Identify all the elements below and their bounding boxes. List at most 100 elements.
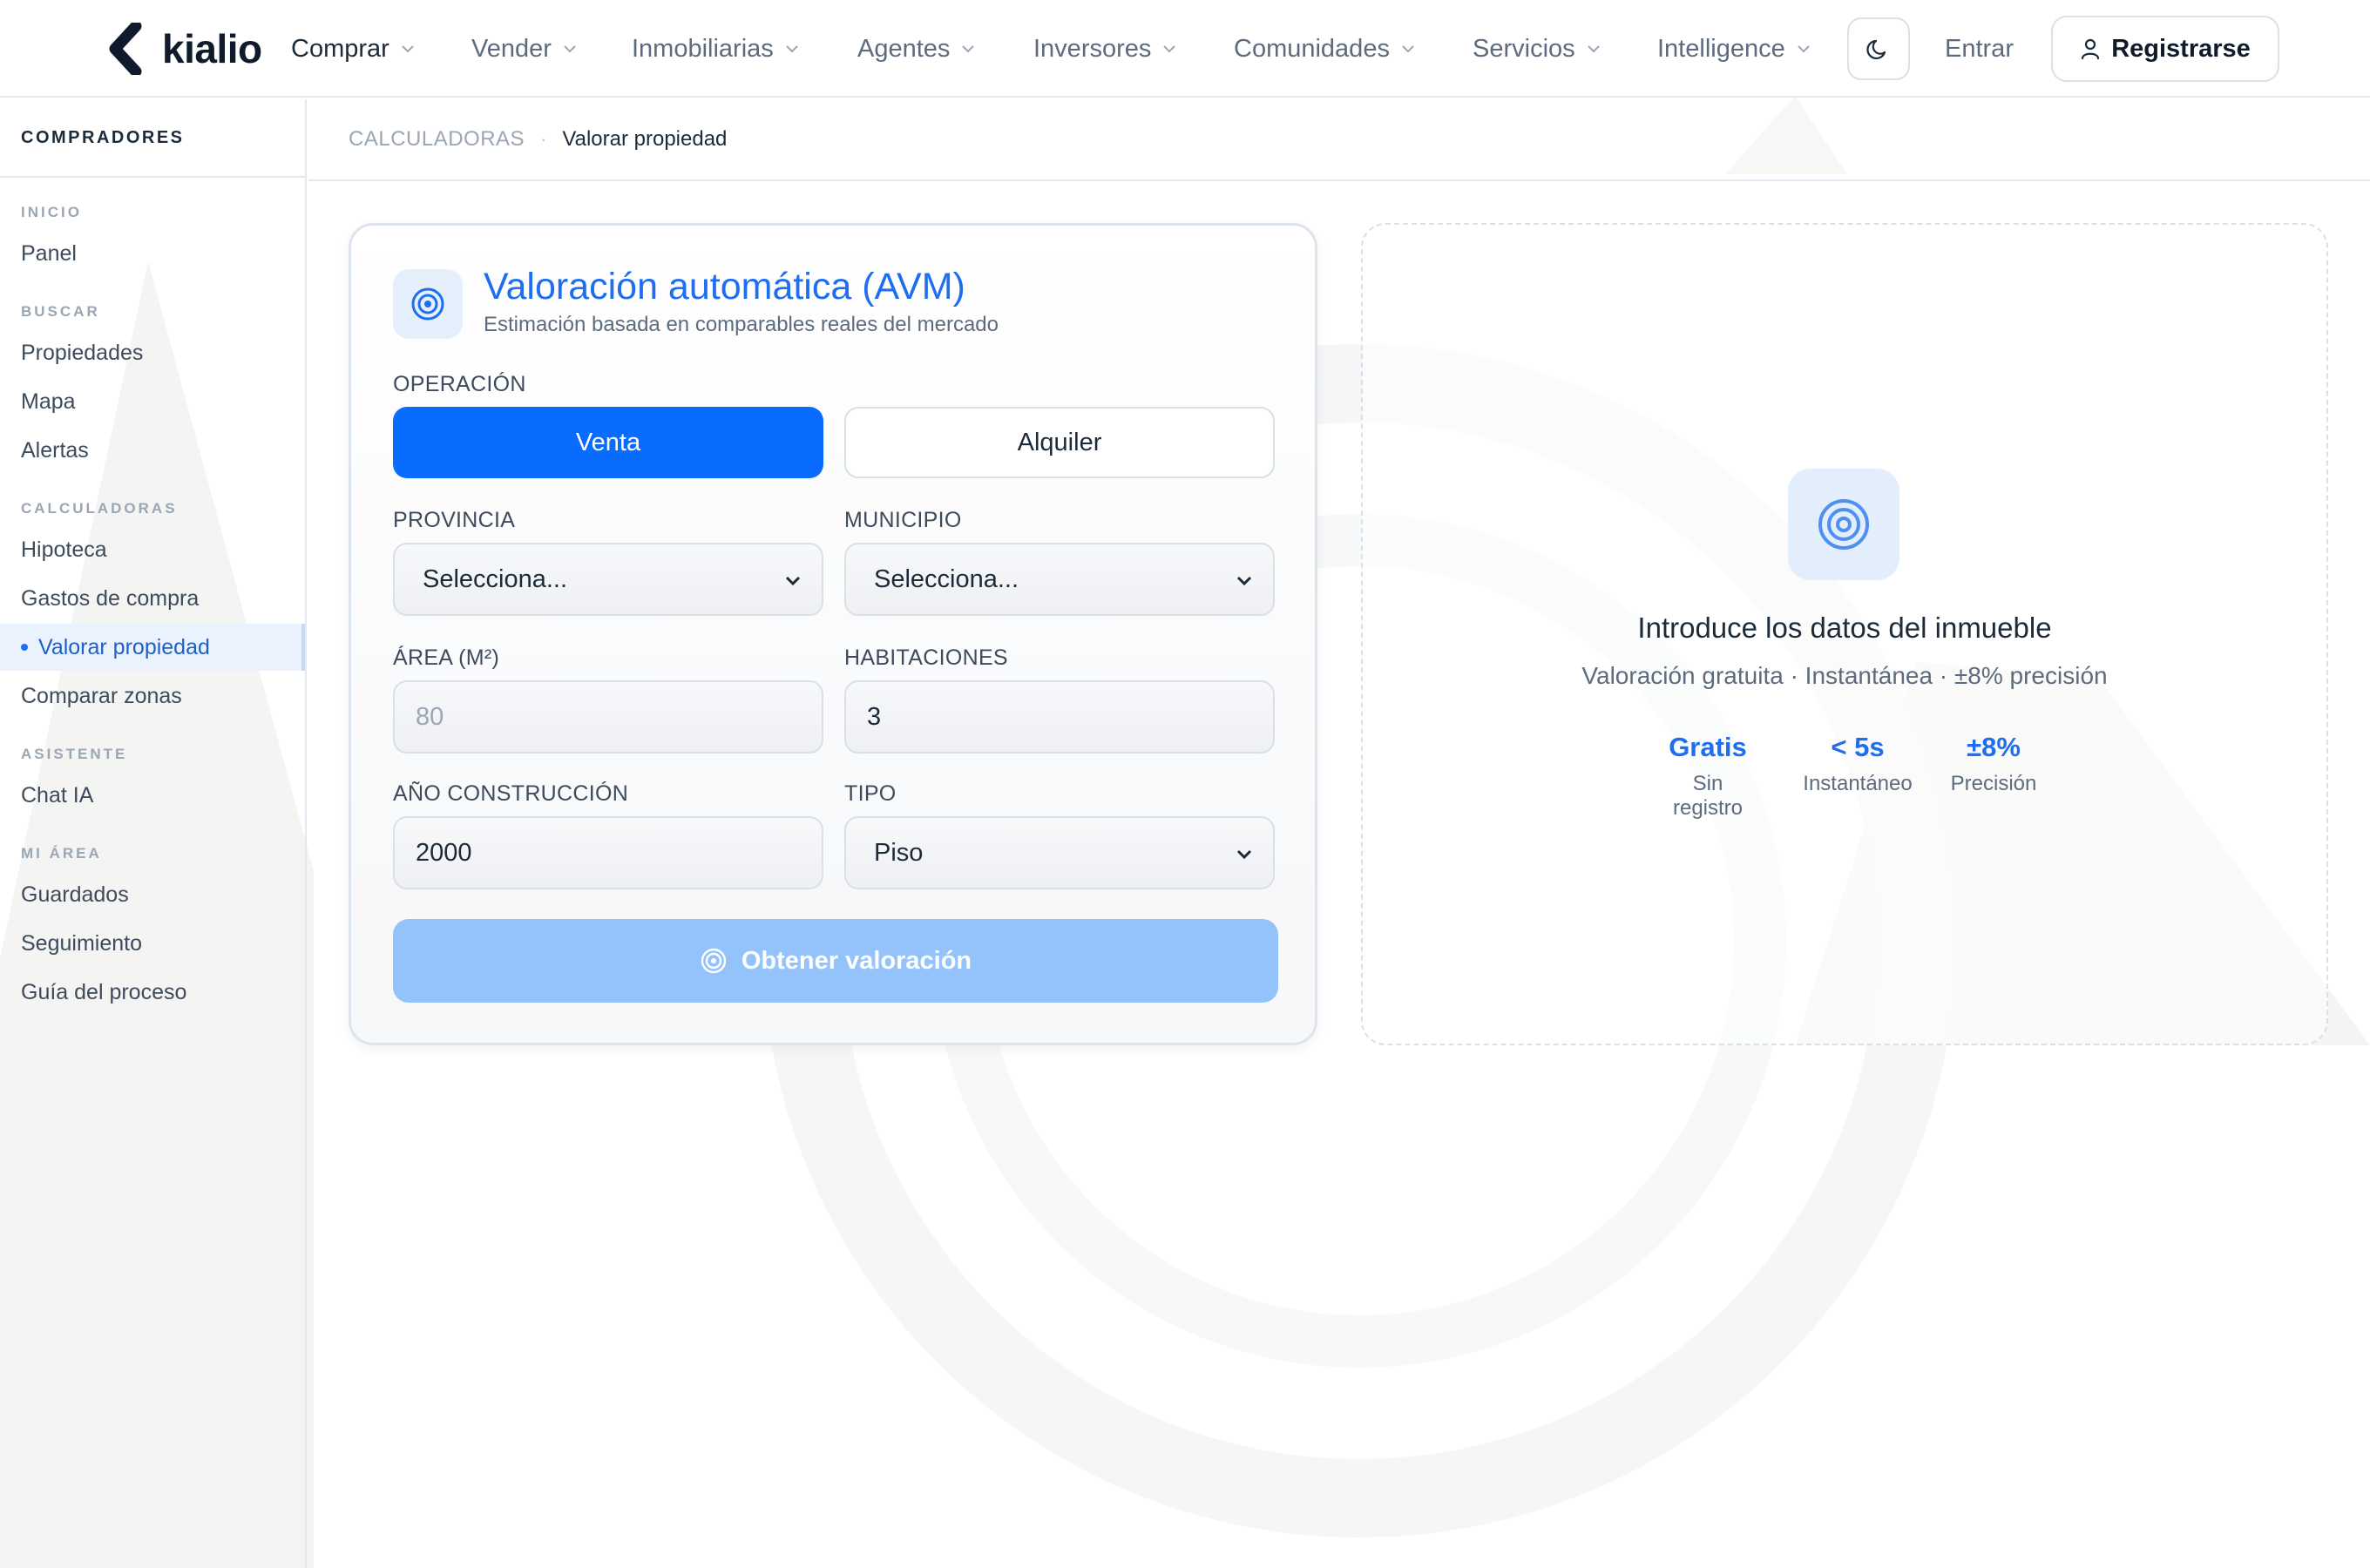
province-label: PROVINCIA: [393, 508, 516, 532]
sidebar-item-propiedades[interactable]: Propiedades: [0, 329, 305, 376]
type-label: TIPO: [844, 781, 897, 806]
brand-logo[interactable]: kialio: [108, 23, 262, 75]
sidebar-item-chat-ia[interactable]: Chat IA: [0, 772, 305, 819]
sidebar-item-label: Alertas: [21, 437, 89, 463]
sidebar-section-inicio: INICIO: [21, 204, 82, 220]
operation-venta-button[interactable]: Venta: [393, 407, 823, 478]
moon-icon: [1866, 39, 1886, 60]
area-label: ÁREA (M²): [393, 645, 500, 670]
login-link[interactable]: Entrar: [1945, 30, 2014, 68]
province-select[interactable]: Selecciona...: [393, 543, 823, 616]
stat-label: Sin registro: [1672, 772, 1744, 820]
target-icon: [1818, 499, 1869, 550]
submit-label: Obtener valoración: [741, 946, 972, 975]
chevron-down-icon: [1236, 576, 1252, 586]
nav-comprar[interactable]: Comprar: [291, 30, 416, 68]
stat-value: < 5s: [1831, 732, 1885, 762]
type-select[interactable]: Piso: [844, 816, 1275, 889]
sidebar-item-gastos-de-compra[interactable]: Gastos de compra: [0, 575, 305, 622]
result-placeholder-card: Introduce los datos del inmueble Valorac…: [1361, 223, 2328, 1045]
sidebar-section-mi-area: MI ÁREA: [21, 845, 102, 862]
sidebar-item-valorar-propiedad[interactable]: Valorar propiedad: [0, 624, 305, 671]
nav-comunidades[interactable]: Comunidades: [1234, 30, 1416, 68]
chevron-down-icon: [402, 45, 414, 53]
municipality-select-value: Selecciona...: [874, 564, 1019, 593]
municipality-select[interactable]: Selecciona...: [844, 543, 1275, 616]
rooms-label: HABITACIONES: [844, 645, 1008, 670]
sidebar-item-hipoteca[interactable]: Hipoteca: [0, 526, 305, 573]
nav-vender[interactable]: Vender: [471, 30, 578, 68]
year-label: AÑO CONSTRUCCIÓN: [393, 781, 629, 806]
nav-inversores[interactable]: Inversores: [1033, 30, 1177, 68]
stat-label: Instantáneo: [1803, 772, 1913, 795]
rooms-input[interactable]: 3: [844, 680, 1275, 754]
year-input[interactable]: 2000: [393, 816, 823, 889]
nav-servicios[interactable]: Servicios: [1473, 30, 1601, 68]
stat-value: Gratis: [1669, 732, 1747, 762]
active-dot: [21, 644, 28, 651]
sidebar-item-seguimiento[interactable]: Seguimiento: [0, 920, 305, 967]
stat-value: ±8%: [1967, 732, 2021, 762]
theme-toggle-button[interactable]: [1847, 17, 1910, 80]
kialio-logo-icon: [109, 23, 142, 75]
stat-precision: ±8% Precisión: [1941, 732, 2046, 796]
sidebar-item-label: Gastos de compra: [21, 585, 200, 611]
sidebar-item-label: Guía del proceso: [21, 979, 187, 1004]
sidebar-item-mapa[interactable]: Mapa: [0, 378, 305, 425]
sidebar: COMPRADORES INICIO Panel BUSCAR Propieda…: [0, 99, 307, 1568]
target-icon-badge: [393, 269, 463, 339]
sidebar-section-asistente: ASISTENTE: [21, 746, 128, 762]
valuation-form-card: Valoración automática (AVM) Estimación b…: [349, 223, 1317, 1045]
signup-button[interactable]: Registrarse: [2051, 16, 2279, 82]
sidebar-section-calculadoras: CALCULADORAS: [21, 500, 178, 517]
target-icon-badge: [1788, 469, 1899, 580]
result-subtitle: Valoración gratuita · Instantánea · ±8% …: [1581, 662, 2108, 689]
chevron-down-icon: [785, 576, 801, 586]
type-select-value: Piso: [874, 838, 924, 867]
breadcrumb-root[interactable]: CALCULADORAS: [349, 127, 525, 152]
chevron-down-icon: [1163, 45, 1176, 53]
operation-alquiler-button[interactable]: Alquiler: [844, 407, 1275, 478]
chevron-down-icon: [786, 45, 798, 53]
sidebar-item-label: Seguimiento: [21, 930, 142, 956]
sidebar-item-label: Mapa: [21, 389, 76, 414]
nav-inmobiliarias[interactable]: Inmobiliarias: [632, 30, 800, 68]
breadcrumb: CALCULADORAS · Valorar propiedad: [308, 99, 2370, 181]
target-icon: [701, 948, 727, 974]
sidebar-item-guardados[interactable]: Guardados: [0, 871, 305, 918]
chevron-down-icon: [962, 45, 975, 53]
nav-label: Intelligence: [1657, 34, 1785, 63]
sidebar-item-label: Valorar propiedad: [38, 634, 210, 659]
sidebar-item-label: Chat IA: [21, 782, 94, 808]
signup-label: Registrarse: [2111, 34, 2251, 63]
nav-label: Servicios: [1473, 34, 1575, 63]
area-input[interactable]: 80: [393, 680, 823, 754]
sidebar-item-label: Panel: [21, 240, 77, 266]
sidebar-item-label: Comparar zonas: [21, 683, 182, 708]
chevron-down-icon: [1402, 45, 1414, 53]
nav-label: Comunidades: [1234, 34, 1390, 63]
chevron-down-icon: [564, 45, 576, 53]
top-navbar: kialio Comprar Vender Inmobiliarias Agen…: [0, 0, 2370, 98]
form-subtitle: Estimación basada en comparables reales …: [484, 313, 999, 336]
sidebar-section-buscar: BUSCAR: [21, 303, 100, 320]
sidebar-item-comparar-zonas[interactable]: Comparar zonas: [0, 672, 305, 720]
municipality-label: MUNICIPIO: [844, 508, 962, 532]
nav-agentes[interactable]: Agentes: [857, 30, 976, 68]
sidebar-title: COMPRADORES: [0, 99, 305, 178]
sidebar-item-guia-del-proceso[interactable]: Guía del proceso: [0, 969, 305, 1016]
get-valuation-button[interactable]: Obtener valoración: [393, 919, 1278, 1003]
nav-intelligence[interactable]: Intelligence: [1657, 30, 1811, 68]
stat-label: Precisión: [1950, 772, 2037, 795]
nav-label: Comprar: [291, 34, 389, 63]
sidebar-item-label: Propiedades: [21, 340, 144, 365]
stat-free: Gratis Sin registro: [1656, 732, 1760, 821]
breadcrumb-current: Valorar propiedad: [562, 127, 728, 151]
form-title: Valoración automática (AVM): [484, 266, 965, 308]
chevron-down-icon: [1587, 45, 1600, 53]
operation-label: OPERACIÓN: [393, 372, 526, 396]
breadcrumb-separator: ·: [540, 128, 547, 150]
sidebar-item-panel[interactable]: Panel: [0, 230, 305, 277]
sidebar-item-alertas[interactable]: Alertas: [0, 427, 305, 474]
target-icon: [411, 287, 444, 321]
